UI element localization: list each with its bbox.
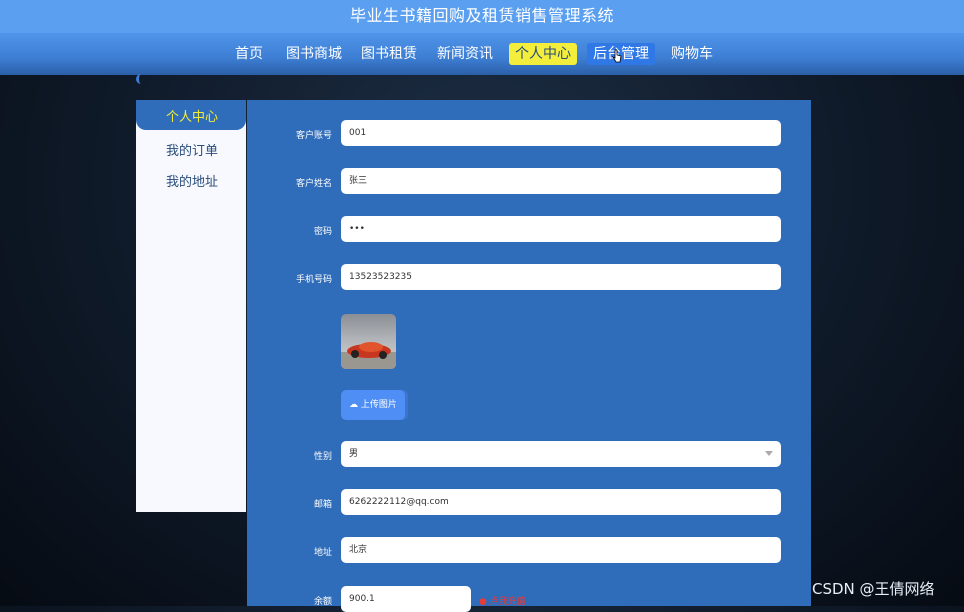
gender-value: 男 bbox=[349, 449, 359, 459]
main-nav: 首页 图书商城 图书租赁 新闻资讯 个人中心 后台管理 购物车 bbox=[0, 33, 964, 75]
nav-book-mall[interactable]: 图书商城 bbox=[280, 43, 348, 65]
email-field[interactable]: 6262222112@qq.com bbox=[341, 489, 781, 515]
nav-personal-center[interactable]: 个人中心 bbox=[509, 43, 577, 65]
profile-form: 客户账号 001 客户姓名 张三 密码 ••• 手机号码 13523523235… bbox=[247, 100, 811, 612]
sidebar: 个人中心 我的订单 我的地址 bbox=[136, 100, 246, 512]
email-label: 邮箱 bbox=[313, 500, 332, 510]
avatar-image bbox=[341, 314, 396, 369]
gender-select[interactable]: 男 bbox=[341, 441, 781, 467]
title-bar: 毕业生书籍回购及租赁销售管理系统 bbox=[0, 0, 964, 33]
decorative-curve bbox=[136, 74, 145, 84]
chevron-down-icon bbox=[765, 451, 773, 456]
phone-field[interactable]: 13523523235 bbox=[341, 264, 781, 290]
upload-button-label: 上传图片 bbox=[360, 400, 397, 410]
sidebar-item-my-orders[interactable]: 我的订单 bbox=[166, 140, 218, 159]
phone-label: 手机号码 bbox=[295, 275, 332, 285]
address-field[interactable]: 北京 bbox=[341, 537, 781, 563]
watermark: CSDN @王倩网络 bbox=[812, 580, 935, 598]
sidebar-item-label: 个人中心 bbox=[166, 110, 219, 125]
nav-book-rental[interactable]: 图书租赁 bbox=[355, 43, 423, 65]
gender-label: 性别 bbox=[313, 452, 332, 462]
app-title: 毕业生书籍回购及租赁销售管理系统 bbox=[349, 6, 614, 25]
nav-home[interactable]: 首页 bbox=[229, 43, 269, 65]
nav-news[interactable]: 新闻资讯 bbox=[431, 43, 499, 65]
cloud-upload-icon: ☁ bbox=[349, 400, 359, 410]
password-label: 密码 bbox=[313, 227, 332, 237]
nav-cart[interactable]: 购物车 bbox=[665, 43, 719, 65]
upload-image-button[interactable]: ☁ 上传图片 bbox=[341, 390, 405, 420]
sidebar-item-my-address[interactable]: 我的地址 bbox=[166, 171, 218, 190]
account-field[interactable]: 001 bbox=[341, 120, 781, 146]
recharge-link[interactable]: ● 点我充值 bbox=[479, 594, 526, 607]
account-label: 客户账号 bbox=[295, 131, 332, 141]
name-label: 客户姓名 bbox=[295, 179, 332, 189]
pointer-cursor-icon bbox=[611, 49, 622, 63]
sidebar-item-personal-center[interactable]: 个人中心 bbox=[136, 100, 246, 130]
balance-label: 余额 bbox=[313, 597, 332, 607]
name-field[interactable]: 张三 bbox=[341, 168, 781, 194]
password-field[interactable]: ••• bbox=[341, 216, 781, 242]
balance-field[interactable]: 900.1 bbox=[341, 586, 471, 612]
address-label: 地址 bbox=[313, 548, 332, 558]
